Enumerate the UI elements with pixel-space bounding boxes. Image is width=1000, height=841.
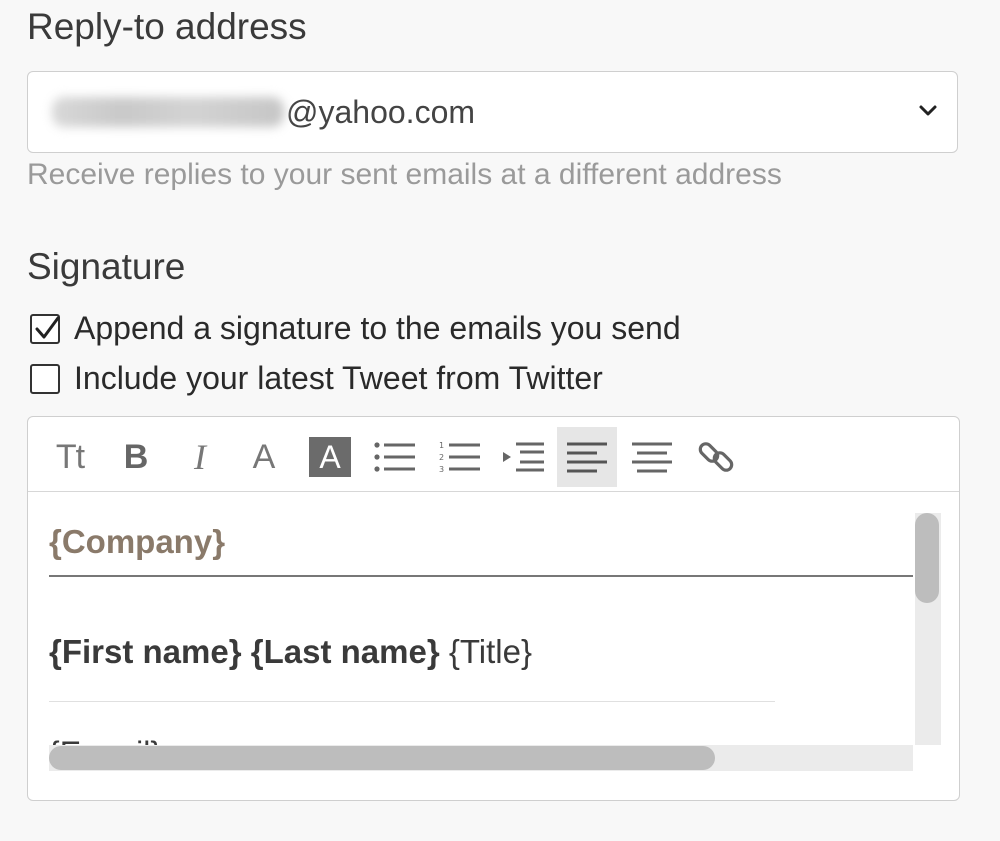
name-title-line: {First name} {Last name} {Title} xyxy=(49,633,532,671)
align-center-button[interactable] xyxy=(622,427,682,487)
include-tweet-checkbox[interactable] xyxy=(30,363,60,394)
signature-heading: Signature xyxy=(27,246,186,287)
chevron-down-icon xyxy=(919,105,937,116)
name-divider xyxy=(49,701,775,702)
align-left-button[interactable] xyxy=(557,427,617,487)
indent-icon xyxy=(503,442,544,472)
last-name-placeholder: {Last name} xyxy=(250,633,440,670)
company-placeholder: {Company} xyxy=(49,523,226,560)
reply-to-heading: Reply-to address xyxy=(27,6,307,47)
numbered-list-button[interactable]: 1 2 3 xyxy=(430,427,490,487)
editor-toolbar: Tt B I A A 1 2 3 xyxy=(28,417,959,492)
italic-icon: I xyxy=(194,437,206,477)
append-signature-label: Append a signature to the emails you sen… xyxy=(74,310,681,346)
reply-to-select[interactable]: @yahoo.com xyxy=(27,71,958,153)
reply-to-email-domain: @yahoo.com xyxy=(286,93,476,130)
font-color-icon: A xyxy=(252,437,276,476)
title-placeholder: {Title} xyxy=(448,633,533,670)
first-name-placeholder: {First name} xyxy=(49,633,242,670)
include-tweet-option[interactable]: Include your latest Tweet from Twitter xyxy=(30,360,603,397)
highlight-button[interactable]: A xyxy=(300,427,360,487)
include-tweet-label: Include your latest Tweet from Twitter xyxy=(74,360,603,396)
svg-text:2: 2 xyxy=(439,453,444,462)
align-center-icon xyxy=(632,442,672,473)
link-icon xyxy=(698,442,734,472)
text-size-icon: Tt xyxy=(55,437,85,476)
font-color-button[interactable]: A xyxy=(234,427,294,487)
vertical-scrollbar-thumb[interactable] xyxy=(915,513,939,603)
bold-button[interactable]: B xyxy=(106,427,166,487)
svg-text:3: 3 xyxy=(439,465,444,474)
redacted-email-user xyxy=(52,97,284,127)
signature-editor[interactable]: Tt B I A A 1 2 3 {Company} {First name} … xyxy=(27,416,960,801)
signature-content-area[interactable]: {Company} {First name} {Last name} {Titl… xyxy=(28,493,959,800)
checkmark-icon xyxy=(35,316,60,338)
email-line-clipped: {E-mail} xyxy=(49,725,249,747)
indent-button[interactable] xyxy=(494,427,554,487)
bold-icon: B xyxy=(123,437,149,476)
bullet-list-button[interactable] xyxy=(365,427,425,487)
horizontal-scrollbar-thumb[interactable] xyxy=(49,746,715,770)
append-signature-checkbox[interactable] xyxy=(30,313,60,344)
numbered-list-icon: 1 2 3 xyxy=(439,441,480,474)
link-button[interactable] xyxy=(686,427,746,487)
company-divider xyxy=(49,575,913,577)
text-size-button[interactable]: Tt xyxy=(40,427,100,487)
reply-to-helper-text: Receive replies to your sent emails at a… xyxy=(27,158,782,191)
align-left-icon xyxy=(567,442,607,473)
bullet-list-icon xyxy=(374,442,415,472)
svg-text:1: 1 xyxy=(439,441,444,450)
highlight-icon: A xyxy=(309,437,351,477)
append-signature-option[interactable]: Append a signature to the emails you sen… xyxy=(30,310,681,347)
settings-panel: Reply-to address @yahoo.com Receive repl… xyxy=(0,0,1000,841)
italic-button[interactable]: I xyxy=(170,427,230,487)
